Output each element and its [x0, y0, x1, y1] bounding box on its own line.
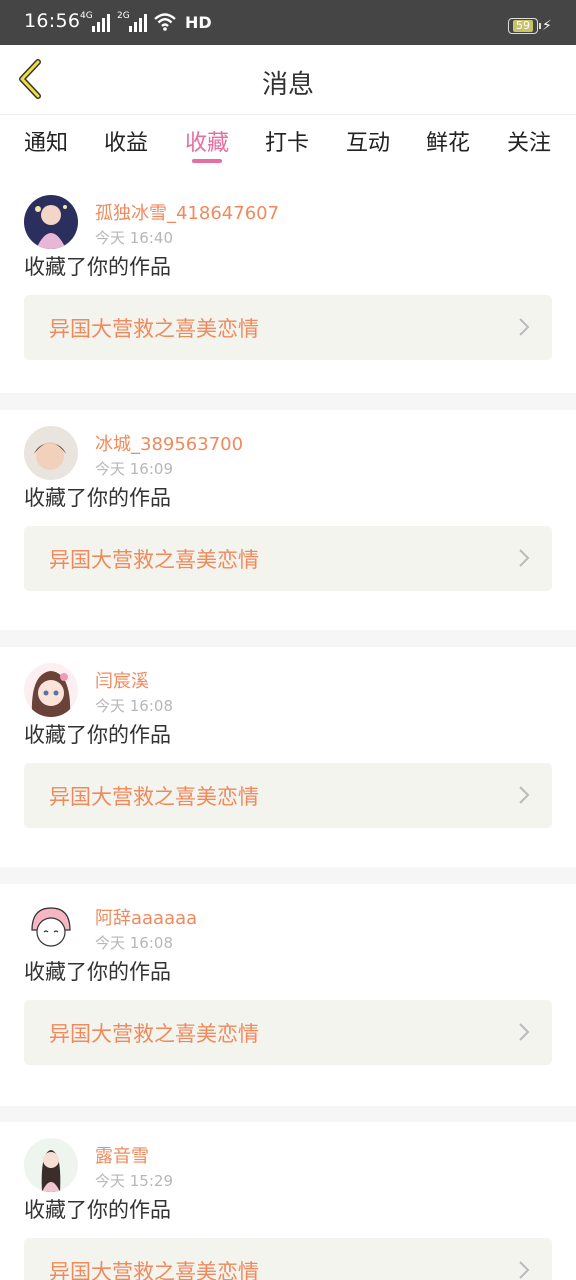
- action-text: 收藏了你的作品: [24, 723, 171, 747]
- work-link[interactable]: 异国大营救之喜美恋情: [24, 526, 552, 591]
- action-text: 收藏了你的作品: [24, 960, 171, 984]
- message-card: 冰城_389563700 今天 16:09 收藏了你的作品 异国大营救之喜美恋情: [0, 410, 576, 630]
- tab-interaction[interactable]: 互动: [346, 125, 390, 157]
- tab-favorites[interactable]: 收藏: [185, 125, 229, 157]
- message-card: 闫宸溪 今天 16:08 收藏了你的作品 异国大营救之喜美恋情: [0, 647, 576, 867]
- action-text: 收藏了你的作品: [24, 255, 171, 279]
- username[interactable]: 孤独冰雪_418647607: [95, 199, 279, 225]
- tab-earnings[interactable]: 收益: [104, 125, 148, 157]
- work-title: 异国大营救之喜美恋情: [49, 1260, 259, 1280]
- tab-follow[interactable]: 关注: [507, 125, 551, 157]
- battery-level: 59: [513, 20, 533, 32]
- tab-checkin[interactable]: 打卡: [265, 125, 309, 157]
- work-link[interactable]: 异国大营救之喜美恋情: [24, 1000, 552, 1065]
- avatar[interactable]: [24, 426, 78, 480]
- wifi-icon: [154, 13, 176, 31]
- chevron-right-icon: [519, 318, 530, 336]
- active-tab-indicator: [192, 159, 222, 163]
- work-title: 异国大营救之喜美恋情: [49, 317, 259, 341]
- chevron-right-icon: [519, 549, 530, 567]
- avatar[interactable]: [24, 663, 78, 717]
- charging-icon: ⚡: [542, 18, 552, 34]
- action-text: 收藏了你的作品: [24, 1198, 171, 1222]
- chevron-right-icon: [519, 1261, 530, 1279]
- message-card: 阿辞aaaaaa 今天 16:08 收藏了你的作品 异国大营救之喜美恋情: [0, 884, 576, 1106]
- username[interactable]: 露音雪: [95, 1142, 149, 1168]
- username[interactable]: 闫宸溪: [95, 667, 149, 693]
- status-time: 16:56: [24, 10, 81, 32]
- username[interactable]: 冰城_389563700: [95, 430, 243, 456]
- hd-indicator: HD: [185, 13, 212, 32]
- action-text: 收藏了你的作品: [24, 486, 171, 510]
- signal-icon: 4G: [80, 12, 110, 32]
- message-card: 露音雪 今天 15:29 收藏了你的作品 异国大营救之喜美恋情: [0, 1122, 576, 1280]
- timestamp: 今天 16:09: [95, 460, 173, 478]
- status-bar: 16:56 4G 2G HD 59 ⚡: [0, 0, 576, 45]
- timestamp: 今天 16:08: [95, 934, 173, 952]
- title-bar: 消息: [0, 45, 576, 115]
- signal-icon: 2G: [117, 12, 147, 32]
- status-icons: 4G 2G HD: [80, 12, 212, 32]
- timestamp: 今天 16:08: [95, 697, 173, 715]
- chevron-right-icon: [519, 1023, 530, 1041]
- tab-flowers[interactable]: 鲜花: [426, 125, 470, 157]
- work-link[interactable]: 异国大营救之喜美恋情: [24, 763, 552, 828]
- work-title: 异国大营救之喜美恋情: [49, 1022, 259, 1046]
- username[interactable]: 阿辞aaaaaa: [95, 904, 197, 930]
- avatar[interactable]: [24, 1138, 78, 1192]
- work-link[interactable]: 异国大营救之喜美恋情: [24, 295, 552, 360]
- timestamp: 今天 15:29: [95, 1172, 173, 1190]
- message-card: 孤独冰雪_418647607 今天 16:40 收藏了你的作品 异国大营救之喜美…: [0, 179, 576, 393]
- tab-bar: 通知 收益 收藏 打卡 互动 鲜花 关注: [0, 115, 576, 179]
- tab-notifications[interactable]: 通知: [24, 125, 68, 157]
- timestamp: 今天 16:40: [95, 229, 173, 247]
- work-link[interactable]: 异国大营救之喜美恋情: [24, 1238, 552, 1280]
- chevron-right-icon: [519, 786, 530, 804]
- avatar[interactable]: [24, 195, 78, 249]
- work-title: 异国大营救之喜美恋情: [49, 548, 259, 572]
- avatar[interactable]: [24, 900, 78, 954]
- page-title: 消息: [261, 70, 314, 100]
- work-title: 异国大营救之喜美恋情: [49, 785, 259, 809]
- battery-icon: 59: [508, 18, 541, 34]
